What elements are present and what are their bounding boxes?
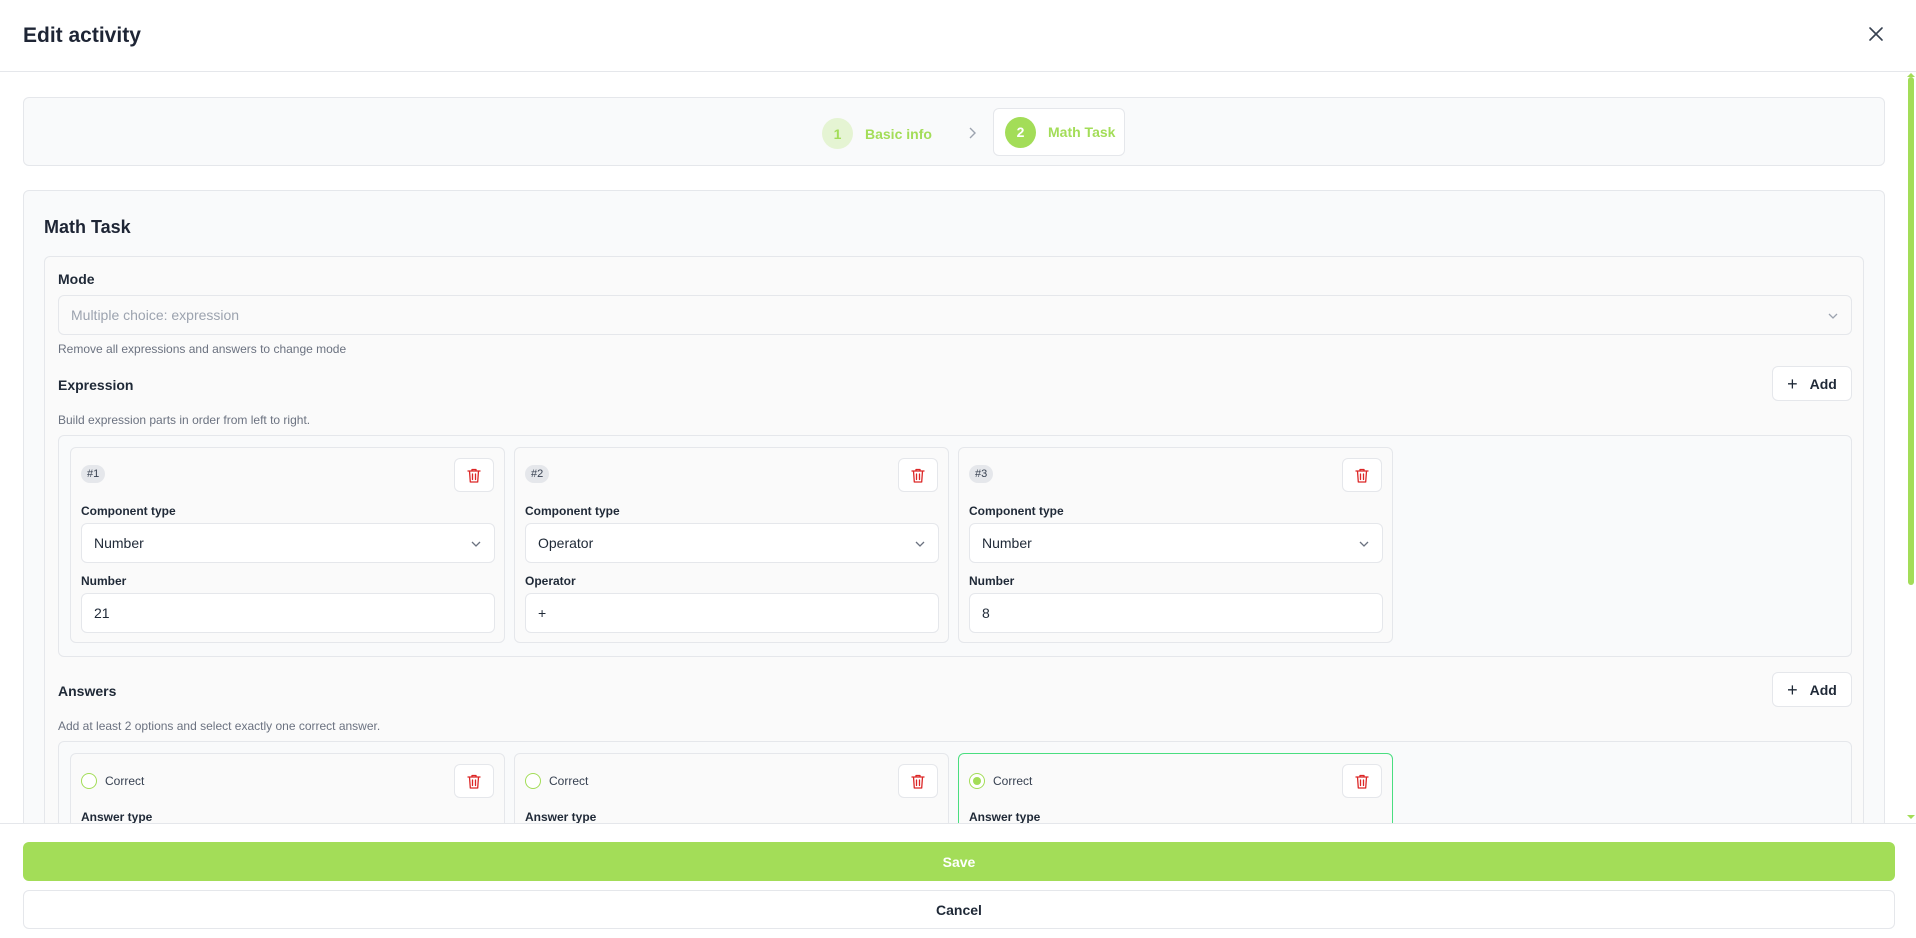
dialog-header: Edit activity	[0, 0, 1916, 72]
trash-icon	[1355, 468, 1369, 483]
answer-type-label: Answer type	[525, 810, 597, 823]
step-math-task[interactable]: 2 Math Task	[993, 108, 1125, 156]
plus-icon: +	[1787, 679, 1798, 700]
step-label: Basic info	[865, 125, 932, 142]
correct-radio[interactable]: Correct	[969, 773, 1032, 789]
stepper: 1 Basic info 2 Math Task	[23, 97, 1885, 166]
component-type-select[interactable]: Operator	[525, 523, 939, 563]
component-badge: #2	[525, 465, 550, 483]
chevron-right-icon	[967, 126, 977, 144]
answer-option: Correct Answer type	[958, 753, 1393, 823]
cancel-button[interactable]: Cancel	[23, 890, 1895, 929]
mode-select[interactable]: Multiple choice: expression	[58, 295, 1852, 335]
scrollbar-thumb[interactable]	[1908, 77, 1914, 585]
answer-type-label: Answer type	[969, 810, 1041, 823]
scroll-down-arrow[interactable]	[1907, 815, 1915, 819]
correct-label: Correct	[993, 774, 1033, 788]
component-value: 21	[94, 605, 110, 621]
component-value-input[interactable]: 8	[969, 593, 1383, 633]
radio-circle	[969, 773, 985, 789]
dialog-footer: Save Cancel	[0, 823, 1916, 938]
component-type-value: Operator	[538, 535, 594, 551]
component-type-select[interactable]: Number	[81, 523, 495, 563]
add-label: Add	[1809, 681, 1837, 698]
component-type-label: Component type	[525, 504, 620, 518]
correct-label: Correct	[549, 774, 589, 788]
close-icon[interactable]	[1864, 22, 1888, 46]
component-value-input[interactable]: +	[525, 593, 939, 633]
chevron-down-icon	[1358, 537, 1370, 553]
component-type-value: Number	[982, 535, 1032, 551]
answer-type-label: Answer type	[81, 810, 153, 823]
trash-icon	[911, 774, 925, 789]
answer-options: Correct Answer type Correct Answer type …	[58, 741, 1852, 823]
component-value: 8	[982, 605, 990, 621]
chevron-down-icon	[1827, 309, 1839, 325]
delete-component-button[interactable]	[1342, 458, 1382, 492]
dialog-body: 1 Basic info 2 Math Task Math Task Mode …	[0, 73, 1916, 823]
dialog-title: Edit activity	[23, 24, 141, 47]
trash-icon	[911, 468, 925, 483]
expression-component: #1 Component type Number Number 21	[70, 447, 505, 643]
chevron-down-icon	[470, 537, 482, 553]
radio-circle	[81, 773, 97, 789]
delete-component-button[interactable]	[454, 458, 494, 492]
expression-hint: Build expression parts in order from lef…	[58, 413, 311, 427]
radio-circle	[525, 773, 541, 789]
delete-answer-button[interactable]	[1342, 764, 1382, 798]
step-number: 1	[822, 118, 853, 149]
expression-component: #3 Component type Number Number 8	[958, 447, 1393, 643]
add-answer-button[interactable]: + Add	[1772, 672, 1852, 707]
component-value-label: Operator	[525, 574, 576, 588]
mode-hint: Remove all expressions and answers to ch…	[58, 342, 347, 356]
component-value-label: Number	[81, 574, 127, 588]
component-badge: #1	[81, 465, 106, 483]
step-basic-info[interactable]: 1 Basic info	[822, 118, 932, 149]
trash-icon	[467, 468, 481, 483]
step-number: 2	[1005, 116, 1036, 148]
component-value-input[interactable]: 21	[81, 593, 495, 633]
delete-component-button[interactable]	[898, 458, 938, 492]
trash-icon	[1355, 774, 1369, 789]
expression-title: Expression	[58, 377, 134, 393]
mode-value: Multiple choice: expression	[71, 307, 240, 323]
correct-radio[interactable]: Correct	[81, 773, 144, 789]
add-expression-button[interactable]: + Add	[1772, 366, 1852, 401]
correct-radio[interactable]: Correct	[525, 773, 588, 789]
component-value-label: Number	[969, 574, 1015, 588]
delete-answer-button[interactable]	[454, 764, 494, 798]
trash-icon	[467, 774, 481, 789]
answer-option: Correct Answer type	[70, 753, 505, 823]
add-label: Add	[1809, 375, 1837, 392]
component-type-select[interactable]: Number	[969, 523, 1383, 563]
chevron-down-icon	[914, 537, 926, 553]
math-task-form: Mode Multiple choice: expression Remove …	[44, 256, 1864, 823]
expression-component: #2 Component type Operator Operator +	[514, 447, 949, 643]
component-badge: #3	[969, 465, 994, 483]
expression-components: #1 Component type Number Number 21 #2 Co…	[58, 435, 1852, 657]
answers-title: Answers	[58, 683, 117, 699]
scrollbar[interactable]	[1905, 73, 1916, 823]
math-task-panel: Math Task Mode Multiple choice: expressi…	[23, 190, 1885, 823]
mode-label: Mode	[58, 271, 95, 287]
save-button[interactable]: Save	[23, 842, 1895, 881]
answer-option: Correct Answer type	[514, 753, 949, 823]
step-label: Math Task	[1048, 124, 1116, 140]
component-type-value: Number	[94, 535, 144, 551]
component-value: +	[538, 605, 547, 621]
component-type-label: Component type	[969, 504, 1064, 518]
delete-answer-button[interactable]	[898, 764, 938, 798]
answers-hint: Add at least 2 options and select exactl…	[58, 719, 381, 733]
correct-label: Correct	[105, 774, 145, 788]
plus-icon: +	[1787, 373, 1798, 394]
panel-title: Math Task	[44, 217, 131, 237]
component-type-label: Component type	[81, 504, 176, 518]
